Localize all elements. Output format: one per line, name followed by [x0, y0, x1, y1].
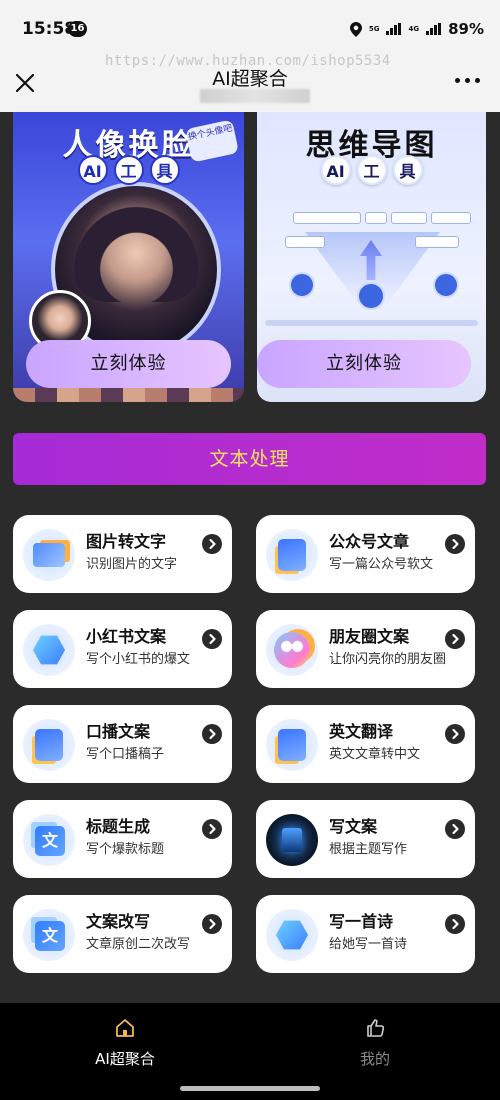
card-title: 小红书文案 — [86, 627, 167, 646]
tool-card-poem[interactable]: 写一首诗 给她写一首诗 — [256, 895, 475, 973]
banner-mind-map[interactable]: 思维导图 AI 工 具 立刻体验 — [257, 112, 486, 402]
chip-ai: AI — [320, 155, 351, 185]
card-subtitle: 文章原创二次改写 — [86, 937, 191, 952]
poem-icon — [266, 909, 318, 961]
card-subtitle: 写个爆款标题 — [86, 842, 165, 857]
tool-card-copywriting[interactable]: 写文案 根据主题写作 — [256, 800, 475, 878]
card-title: 文案改写 — [86, 912, 151, 931]
copywriting-icon — [266, 814, 318, 866]
mm-box — [431, 212, 471, 224]
rewrite-icon — [23, 909, 75, 961]
voice-script-icon — [23, 719, 75, 771]
try-now-button[interactable]: 立刻体验 — [257, 340, 471, 388]
moments-icon — [266, 624, 318, 676]
tool-card-english-translation[interactable]: 英文翻译 英文文章转中文 — [256, 705, 475, 783]
tool-card-xiaohongshu[interactable]: 小红书文案 写个小红书的爆文 — [13, 610, 232, 688]
card-subtitle: 给她写一首诗 — [329, 937, 408, 952]
mm-node — [289, 272, 315, 298]
status-indicators: 5G 4G 89% — [349, 19, 484, 39]
card-subtitle: 写个小红书的爆文 — [86, 652, 191, 667]
mm-box — [391, 212, 427, 224]
card-title: 英文翻译 — [329, 722, 394, 741]
article-icon — [266, 529, 318, 581]
tool-card-rewrite[interactable]: 文案改写 文章原创二次改写 — [13, 895, 232, 973]
card-title: 标题生成 — [86, 817, 151, 836]
chevron-right-icon — [445, 534, 465, 554]
card-title: 朋友圈文案 — [329, 627, 410, 646]
signal-icon — [386, 23, 402, 35]
status-bar: 15:58 16 5G 4G 89% — [0, 0, 500, 56]
mm-box — [415, 236, 459, 248]
card-subtitle: 让你闪亮你的朋友圈 — [329, 652, 447, 667]
nav-label-mine: 我的 — [359, 1050, 390, 1068]
mm-divider — [265, 320, 478, 326]
card-title: 公众号文章 — [329, 532, 410, 551]
card-subtitle: 根据主题写作 — [329, 842, 408, 857]
tool-card-moments[interactable]: 朋友圈文案 让你闪亮你的朋友圈 — [256, 610, 475, 688]
tool-card-title-generation[interactable]: 标题生成 写个爆款标题 — [13, 800, 232, 878]
banner-chips: AI 工 具 — [257, 155, 486, 185]
watermark: https://www.huzhan.com/ishop5534 — [105, 53, 391, 69]
tool-card-voice-script[interactable]: 口播文案 写个口播稿子 — [13, 705, 232, 783]
mm-box — [365, 212, 387, 224]
chevron-right-icon — [202, 629, 222, 649]
card-subtitle: 写个口播稿子 — [86, 747, 165, 762]
photo-strip — [13, 388, 244, 402]
card-title: 写一首诗 — [329, 912, 394, 931]
mm-node — [357, 282, 385, 310]
battery-level: 89% — [448, 20, 484, 38]
nav-item-mine[interactable]: 我的 — [315, 1017, 435, 1069]
chevron-right-icon — [445, 819, 465, 839]
home-indicator[interactable] — [180, 1086, 320, 1091]
mm-node — [433, 272, 459, 298]
chevron-right-icon — [202, 914, 222, 934]
chip-ai: AI — [77, 155, 108, 185]
chip-ju: 具 — [392, 155, 423, 185]
portrait-hair — [69, 192, 204, 302]
title-icon — [23, 814, 75, 866]
chip-ju: 具 — [149, 155, 180, 185]
chevron-right-icon — [445, 914, 465, 934]
chip-gong: 工 — [113, 155, 144, 185]
card-title: 口播文案 — [86, 722, 151, 741]
image-text-icon — [23, 529, 75, 581]
nav-label-home: AI超聚合 — [95, 1050, 155, 1068]
chevron-right-icon — [202, 819, 222, 839]
card-title: 图片转文字 — [86, 532, 167, 551]
tool-card-image-to-text[interactable]: 图片转文字 识别图片的文字 — [13, 515, 232, 593]
more-menu-button[interactable] — [455, 78, 480, 83]
card-subtitle: 识别图片的文字 — [86, 557, 178, 572]
text-processing-section-button[interactable]: 文本处理 — [13, 433, 486, 485]
card-subtitle: 写一篇公众号软文 — [329, 557, 434, 572]
signal-icon-secondary — [426, 23, 442, 35]
translate-icon — [266, 719, 318, 771]
location-icon — [349, 21, 362, 37]
chevron-right-icon — [202, 724, 222, 744]
notification-badge: 16 — [68, 21, 87, 37]
chevron-right-icon — [445, 629, 465, 649]
network-4g-label: 4G — [408, 24, 420, 33]
thumbs-up-icon — [367, 1019, 385, 1037]
chevron-right-icon — [202, 534, 222, 554]
card-title: 写文案 — [329, 817, 378, 836]
more-dot — [465, 78, 470, 83]
banner-face-swap[interactable]: 人像换脸 AI 工 具 换个头像吧 立刻体验 — [13, 112, 244, 402]
mind-map-illustration — [265, 202, 478, 342]
chevron-right-icon — [445, 724, 465, 744]
mm-box — [293, 212, 361, 224]
tool-card-wechat-article[interactable]: 公众号文章 写一篇公众号软文 — [256, 515, 475, 593]
try-now-button[interactable]: 立刻体验 — [26, 340, 231, 388]
xiaohongshu-icon — [23, 624, 75, 676]
banner-chips: AI 工 具 — [13, 155, 244, 185]
more-dot — [475, 78, 480, 83]
nav-item-home[interactable]: AI超聚合 — [65, 1017, 185, 1069]
card-subtitle: 英文文章转中文 — [329, 747, 421, 762]
network-5g-label: 5G — [368, 24, 380, 33]
more-dot — [455, 78, 460, 83]
home-icon — [116, 1019, 134, 1037]
url-subtitle — [200, 89, 310, 103]
chip-gong: 工 — [356, 155, 387, 185]
mm-box — [285, 236, 325, 248]
